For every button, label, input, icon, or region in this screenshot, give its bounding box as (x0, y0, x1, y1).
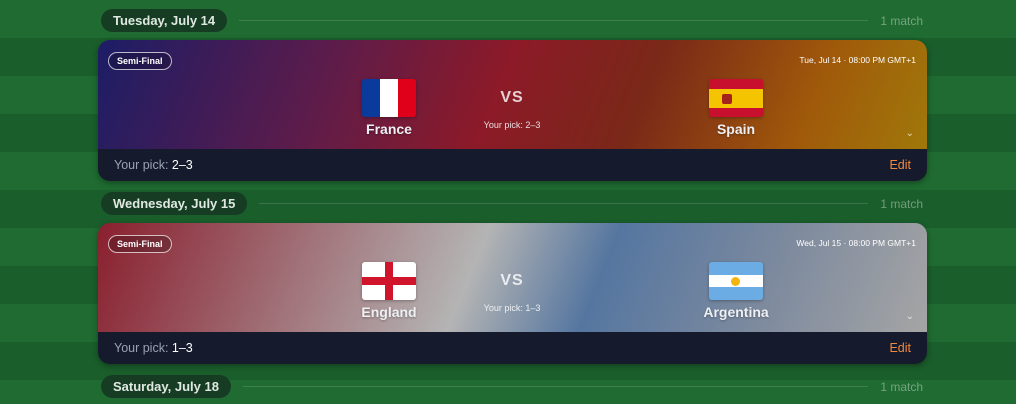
your-pick-label: Your pick: (114, 158, 172, 172)
kickoff-time: Wed, Jul 15 · 08:00 PM GMT+1 (796, 238, 916, 248)
home-team-name: France (366, 121, 412, 137)
chevron-down-icon[interactable]: ⌄ (906, 311, 914, 322)
vs-label: VS (500, 272, 524, 289)
edit-pick-button[interactable]: Edit (889, 158, 911, 172)
day-match-count: 1 match (880, 196, 923, 211)
away-team: Argentina (676, 262, 796, 320)
away-team-name: Argentina (703, 304, 769, 320)
away-team-name: Spain (716, 121, 756, 137)
kickoff-time: Tue, Jul 14 · 08:00 PM GMT+1 (799, 55, 916, 65)
match-banner[interactable]: Semi-Final Tue, Jul 14 · 08:00 PM GMT+1 … (98, 40, 927, 149)
banner-pick: Your pick: 1–3 (483, 303, 541, 313)
match-footer: Your pick: 2–3 Edit (98, 149, 927, 181)
home-team: England (329, 262, 449, 320)
your-pick: Your pick: 2–3 (114, 158, 193, 172)
day-date-label: Saturday, July 18 (101, 375, 231, 398)
home-team: France (329, 79, 449, 137)
your-pick-score: 1–3 (171, 341, 193, 355)
day-header: Tuesday, July 14 1 match (101, 9, 923, 32)
away-team: Spain (676, 79, 796, 137)
round-badge: Semi-Final (108, 235, 172, 253)
your-pick-label: Your pick: (114, 341, 172, 355)
match-card[interactable]: Semi-Final Tue, Jul 14 · 08:00 PM GMT+1 … (98, 40, 927, 181)
round-badge: Semi-Final (108, 52, 172, 70)
home-team-name: England (361, 304, 417, 320)
england-flag-icon (362, 262, 416, 300)
day-match-count: 1 match (880, 13, 923, 28)
chevron-down-icon[interactable]: ⌄ (906, 128, 914, 139)
day-header: Wednesday, July 15 1 match (101, 192, 923, 215)
match-card[interactable]: Semi-Final Wed, Jul 15 · 08:00 PM GMT+1 … (98, 223, 927, 364)
day-date-label: Wednesday, July 15 (101, 192, 248, 215)
france-flag-icon (362, 79, 416, 117)
day-divider (239, 20, 869, 21)
day-divider (242, 386, 869, 387)
day-match-count: 1 match (880, 379, 923, 394)
day-divider (259, 203, 869, 204)
spain-flag-icon (709, 79, 763, 117)
vs-label: VS (500, 89, 524, 106)
day-header: Saturday, July 18 1 match (101, 375, 923, 398)
match-footer: Your pick: 1–3 Edit (98, 332, 927, 364)
day-date-label: Tuesday, July 14 (101, 9, 228, 32)
your-pick-score: 2–3 (171, 158, 193, 172)
match-banner[interactable]: Semi-Final Wed, Jul 15 · 08:00 PM GMT+1 … (98, 223, 927, 332)
banner-pick: Your pick: 2–3 (483, 120, 541, 130)
argentina-flag-icon (709, 262, 763, 300)
your-pick: Your pick: 1–3 (114, 341, 193, 355)
edit-pick-button[interactable]: Edit (889, 341, 911, 355)
